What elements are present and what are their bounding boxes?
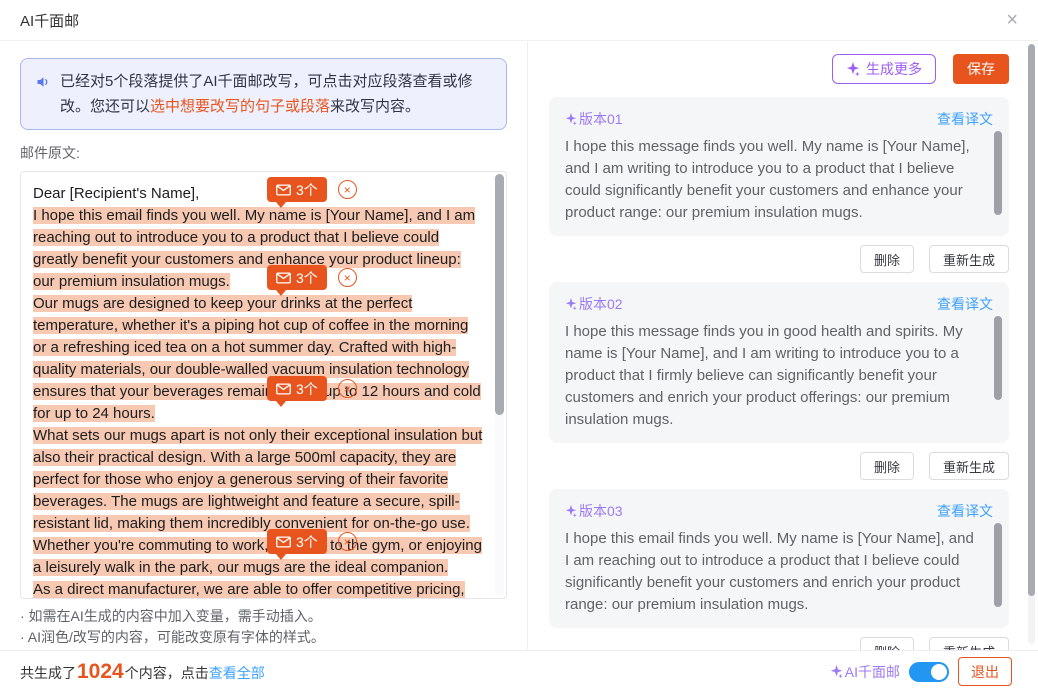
- ai-feature-toggle[interactable]: [909, 662, 949, 682]
- rewrite-count-badge[interactable]: 3个: [267, 177, 327, 202]
- ai-feature-label-text: AI千面邮: [845, 662, 900, 682]
- generated-count: 1024: [77, 660, 124, 684]
- view-translation-link[interactable]: 查看译文: [937, 109, 993, 129]
- summary-middle: 个内容，点击: [125, 663, 209, 683]
- exit-label: 退出: [971, 662, 999, 682]
- regenerate-button[interactable]: 重新生成: [929, 245, 1009, 273]
- email-paragraph-3[interactable]: What sets our mugs apart is not only the…: [33, 427, 482, 576]
- version-card-2: 版本02 查看译文 I hope this message finds you …: [549, 282, 1009, 443]
- version-title-label: 版本01: [579, 109, 623, 129]
- version-content: I hope this email finds you well. My nam…: [565, 528, 993, 616]
- card-scrollbar-thumb[interactable]: [994, 131, 1002, 215]
- rewrite-count-label: 3个: [296, 531, 318, 553]
- dialog-title: AI千面邮: [20, 10, 79, 31]
- generate-more-button[interactable]: 生成更多: [832, 54, 936, 84]
- version-card-actions-2: 删除 重新生成: [549, 452, 1009, 480]
- notice-text-after: 来改写内容。: [330, 98, 420, 115]
- sparkle-icon: [565, 113, 577, 125]
- sparkle-icon: [846, 62, 860, 76]
- save-button[interactable]: 保存: [953, 54, 1009, 84]
- rewrite-count-label: 3个: [296, 378, 318, 400]
- ai-feature-label: AI千面邮: [830, 662, 900, 682]
- summary-prefix: 共生成了: [20, 663, 76, 683]
- view-translation-link[interactable]: 查看译文: [937, 501, 993, 521]
- dismiss-badge-icon[interactable]: ×: [338, 268, 357, 287]
- save-label: 保存: [967, 59, 995, 79]
- version-card-3: 版本03 查看译文 I hope this email finds you we…: [549, 489, 1009, 628]
- sparkle-icon: [565, 298, 577, 310]
- announcement-speaker-icon: [35, 73, 52, 98]
- envelope-icon: [276, 184, 291, 196]
- dismiss-badge-icon[interactable]: ×: [338, 180, 357, 199]
- envelope-icon: [276, 383, 291, 395]
- version-title-label: 版本03: [579, 501, 623, 521]
- rewrite-count-label: 3个: [296, 267, 318, 289]
- generation-summary: 共生成了1024个内容，点击查看全部: [20, 660, 265, 684]
- notice-highlight-text: 选中想要改写的句子或段落: [150, 98, 330, 115]
- sparkle-icon: [830, 665, 843, 678]
- email-original-textarea[interactable]: Dear [Recipient's Name], I hope this ema…: [20, 171, 507, 599]
- dialog-footer: 共生成了1024个内容，点击查看全部 AI千面邮 退出: [0, 650, 1038, 692]
- regenerate-button[interactable]: 重新生成: [929, 452, 1009, 480]
- original-email-label: 邮件原文:: [20, 143, 507, 163]
- version-title: 版本02: [565, 294, 623, 314]
- dismiss-badge-icon[interactable]: ×: [338, 379, 357, 398]
- rewrite-count-badge[interactable]: 3个: [267, 265, 327, 290]
- footer-controls: AI千面邮 退出: [830, 657, 1012, 686]
- rewrite-badge-group-4: 3个 ×: [267, 529, 357, 554]
- notice-banner: 已经对5个段落提供了AI千面邮改写，可点击对应段落查看或修改。您还可以选中想要改…: [20, 58, 507, 130]
- rewrite-count-badge[interactable]: 3个: [267, 529, 327, 554]
- envelope-icon: [276, 272, 291, 284]
- toggle-knob: [931, 664, 947, 680]
- delete-button[interactable]: 删除: [860, 452, 914, 480]
- version-title-label: 版本02: [579, 294, 623, 314]
- view-all-link[interactable]: 查看全部: [209, 663, 265, 683]
- email-paragraph-4[interactable]: As a direct manufacturer, we are able to…: [33, 581, 469, 599]
- textarea-scrollbar[interactable]: [495, 174, 504, 596]
- original-email-panel: 已经对5个段落提供了AI千面邮改写，可点击对应段落查看或修改。您还可以选中想要改…: [0, 42, 528, 650]
- version-content: I hope this message finds you well. My n…: [565, 136, 993, 224]
- rewrite-count-badge[interactable]: 3个: [267, 376, 327, 401]
- sparkle-icon: [565, 505, 577, 517]
- generated-versions-panel: 生成更多 保存 版本01 查看译文 I hope this message fi…: [529, 42, 1038, 650]
- version-content: I hope this message finds you in good he…: [565, 321, 993, 431]
- notice-text: 已经对5个段落提供了AI千面邮改写，可点击对应段落查看或修改。您还可以选中想要改…: [60, 69, 494, 119]
- delete-button[interactable]: 删除: [860, 245, 914, 273]
- version-title: 版本03: [565, 501, 623, 521]
- panel-actions: 生成更多 保存: [549, 54, 1009, 84]
- version-card-actions-1: 删除 重新生成: [549, 245, 1009, 273]
- dialog-header: AI千面邮 ×: [0, 0, 1038, 41]
- hint-note-1: · 如需在AI生成的内容中加入变量，需手动插入。: [20, 606, 507, 627]
- version-title: 版本01: [565, 109, 623, 129]
- textarea-scrollbar-thumb[interactable]: [495, 174, 504, 415]
- envelope-icon: [276, 536, 291, 548]
- card-scrollbar-thumb[interactable]: [994, 523, 1002, 607]
- rewrite-badge-group-2: 3个 ×: [267, 265, 357, 290]
- dismiss-badge-icon[interactable]: ×: [338, 532, 357, 551]
- email-salutation: Dear [Recipient's Name],: [33, 183, 484, 205]
- view-translation-link[interactable]: 查看译文: [937, 294, 993, 314]
- exit-button[interactable]: 退出: [958, 657, 1012, 686]
- version-card-1: 版本01 查看译文 I hope this message finds you …: [549, 97, 1009, 236]
- card-scrollbar-thumb[interactable]: [994, 316, 1002, 400]
- email-paragraph-2[interactable]: Our mugs are designed to keep your drink…: [33, 295, 481, 422]
- rewrite-badge-group-3: 3个 ×: [267, 376, 357, 401]
- rewrite-badge-group-1: 3个 ×: [267, 177, 357, 202]
- generate-more-label: 生成更多: [866, 59, 922, 79]
- hint-note-2: · AI润色/改写的内容，可能改变原有字体的样式。: [20, 627, 507, 648]
- panel-scrollbar-thumb[interactable]: [1028, 44, 1035, 596]
- rewrite-count-label: 3个: [296, 179, 318, 201]
- hint-notes: · 如需在AI生成的内容中加入变量，需手动插入。 · AI润色/改写的内容，可能…: [20, 606, 507, 648]
- email-paragraph-1[interactable]: I hope this email finds you well. My nam…: [33, 207, 475, 290]
- panel-scrollbar[interactable]: [1028, 44, 1035, 644]
- close-icon[interactable]: ×: [1006, 10, 1018, 30]
